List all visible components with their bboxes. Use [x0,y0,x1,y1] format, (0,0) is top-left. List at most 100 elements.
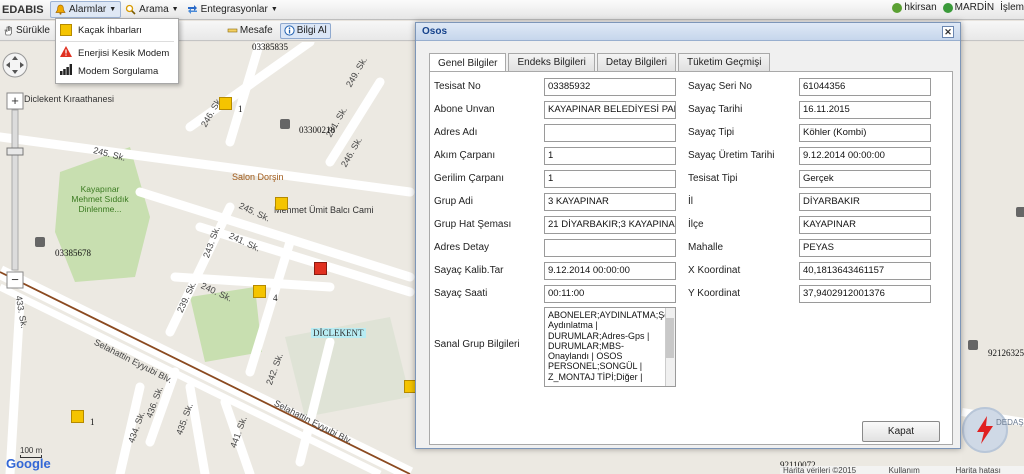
meter-icon[interactable] [280,119,290,129]
drag-tool-label: Sürükle [16,25,50,36]
tab-index[interactable]: Endeks Bilgileri [508,53,595,71]
field-label: Akım Çarpanı [434,150,496,161]
menu-integrations[interactable]: Entegrasyonlar ▼ [183,1,282,18]
field-label: Tesisat Tipi [688,173,738,184]
meter-date-field[interactable]: 16.11.2015 [799,101,931,119]
district-field[interactable]: KAYAPINAR [799,216,931,234]
drag-tool[interactable]: Sürükle [0,23,53,39]
y-coordinate-field[interactable]: 37,9402912001376 [799,285,931,303]
field-label: Mahalle [688,242,724,253]
warning-icon[interactable] [219,97,232,110]
menu-integrations-label: Entegrasyonlar [200,4,268,15]
search-icon [125,4,136,15]
close-button[interactable]: Kapat [862,421,940,442]
meter-serial-field[interactable]: 61044356 [799,78,931,96]
warning-icon [60,24,72,36]
warning-icon[interactable] [275,197,288,210]
alarms-dropdown: Kaçak İhbarları Enerjisi Kesik Modem Mod… [55,18,179,84]
meter-type-field[interactable]: Köhler (Kombi) [799,124,931,142]
meter-time-field[interactable]: 00:11:00 [544,285,676,303]
menu-separator [60,41,174,42]
poi-salon[interactable]: Salon Dorşin [232,172,284,182]
installation-no-field[interactable]: 03385932 [544,78,676,96]
warning-icon[interactable] [314,262,327,275]
field-label: Adres Detay [434,242,490,253]
virtual-group-textarea[interactable]: ABONELER;AYDINLATMA;Şehir Aydınlatma | D… [544,307,676,387]
poi-mosque[interactable]: Mehmet Ümit Balcı Cami [274,205,374,215]
info-tool[interactable]: Bilgi Al [279,22,331,39]
poi-kiraathane[interactable]: Diclekent Kıraathanesi [24,94,114,104]
field-label: İlçe [688,219,704,230]
district-label: DİCLEKENT [311,328,366,338]
field-label: X Koordinat [688,265,741,276]
menu-search-label: Arama [139,4,169,15]
meter-id-label: 03300218 [299,125,335,135]
distance-tool[interactable]: Mesafe [224,23,276,39]
field-label: Grup Adi [434,196,473,207]
report-error-link[interactable]: Harita hatası bildirin [955,466,1021,474]
meter-id-label: 92126325 [988,348,1024,358]
field-label: Grup Hat Şeması [434,219,512,230]
user-icon [892,2,903,13]
google-logo: Google [6,456,51,471]
signal-icon [60,64,72,78]
city-link[interactable]: MARDİN [942,2,995,13]
tab-consumption[interactable]: Tüketim Geçmişi [678,53,771,71]
poi-park[interactable]: Kayapınar Mehmet Sıddık Dinlenme... [70,184,130,214]
arrows-icon [187,4,198,15]
chevron-down-icon: ▼ [171,6,179,13]
field-label: İl [688,196,693,207]
dialog-titlebar[interactable]: Osos ✕ [416,23,960,41]
installation-type-field[interactable]: Gerçek [799,170,931,188]
scrollbar-thumb[interactable] [666,318,674,358]
info-tool-label: Bilgi Al [296,25,327,36]
city-name: MARDİN [954,2,995,13]
virtual-group-text: ABONELER;AYDINLATMA;Şehir Aydınlatma | D… [548,310,676,382]
info-icon [284,25,295,36]
map-attribution: Harita verileri ©2015 Google Kullanım Şa… [780,466,1024,474]
meter-calibration-date-field[interactable]: 9.12.2014 00:00:00 [544,262,676,280]
meter-icon[interactable] [968,340,978,350]
textarea-scrollbar[interactable] [665,308,675,386]
meter-id-label: 03385835 [252,42,288,52]
alarm-count: 4 [273,293,278,303]
terms-link[interactable]: Kullanım Şartları [889,466,944,474]
tab-details[interactable]: Detay Bilgileri [596,53,676,71]
meter-id-label: 03385678 [55,248,91,258]
top-menu-bar: EDABIS Alarmlar ▼ Arama ▼ Entegrasyonlar… [0,0,1024,20]
menu-alarms-label: Alarmlar [69,4,107,15]
current-multiplier-field[interactable]: 1 [544,147,676,165]
menu-item-modem-query[interactable]: Modem Sorgulama [56,62,178,80]
voltage-multiplier-field[interactable]: 1 [544,170,676,188]
field-label: Sayaç Tarihi [688,104,743,115]
zoom-control: + − [2,50,28,293]
close-icon[interactable]: ✕ [942,25,954,38]
subscriber-title-field[interactable]: KAYAPINAR BELEDİYESİ PARK [544,101,676,119]
user-link[interactable]: hkirsan [892,2,937,13]
tab-general[interactable]: Genel Bilgiler [429,53,507,72]
neighborhood-field[interactable]: PEYAS [799,239,931,257]
province-field[interactable]: DİYARBAKIR [799,193,931,211]
meter-production-date-field[interactable]: 9.12.2014 00:00:00 [799,147,931,165]
meter-icon[interactable] [35,237,45,247]
x-coordinate-field[interactable]: 40,1813643461157 [799,262,931,280]
menu-item-power-cut-modem[interactable]: Enerjisi Kesik Modem [56,44,178,62]
menu-search[interactable]: Arama ▼ [121,1,182,18]
menu-alarms[interactable]: Alarmlar ▼ [50,1,122,18]
operations-link[interactable]: İşlem [1000,2,1024,13]
bell-icon [55,4,66,15]
pan-control[interactable]: + − [2,50,28,290]
globe-icon [942,2,953,13]
group-name-field[interactable]: 3 KAYAPINAR [544,193,676,211]
address-name-field[interactable] [544,124,676,142]
address-detail-field[interactable] [544,239,676,257]
group-line-scheme-field[interactable]: 21 DİYARBAKIR;3 KAYAPINAR [544,216,676,234]
warning-icon[interactable] [253,285,266,298]
svg-text:−: − [11,272,19,287]
meter-icon[interactable] [1016,207,1024,217]
field-label: Y Koordinat [688,288,741,299]
menu-item-theft-reports[interactable]: Kaçak İhbarları [56,21,178,39]
scale-label: 100 m [20,446,43,455]
warning-icon[interactable] [71,410,84,423]
field-label: Adres Adı [434,127,478,138]
